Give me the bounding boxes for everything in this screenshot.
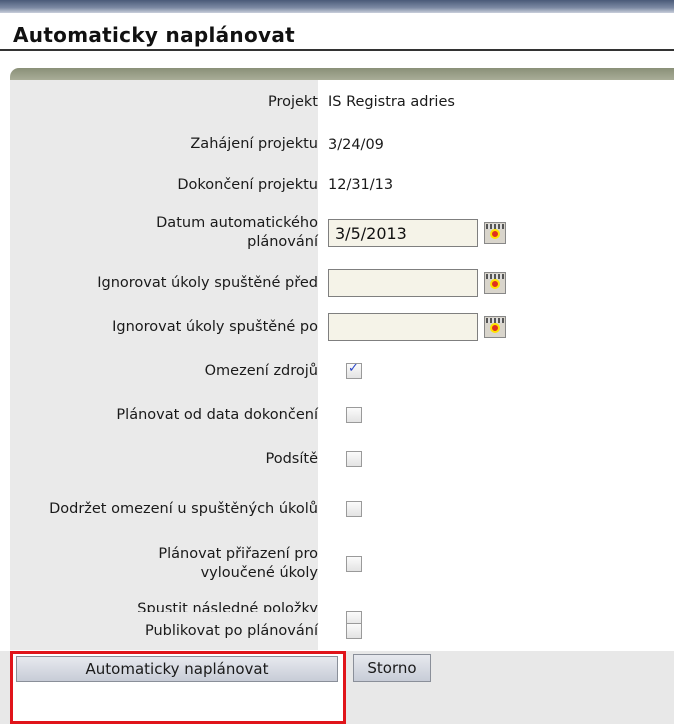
publish-after-scheduling-checkbox[interactable]	[346, 623, 362, 639]
option-label: Plánovat přiřazení pro vyloučené úkoly	[158, 546, 318, 581]
project-start-label: Zahájení projektu	[190, 136, 318, 152]
ignore-before-row: Ignorovat úkoly spuštěné před	[10, 261, 674, 305]
option-row: Publikovat po plánování	[10, 612, 674, 650]
schedule-form: Projekt IS Registra adries Zahájení proj…	[10, 80, 674, 650]
project-finish-label: Dokončení projektu	[177, 176, 318, 193]
calendar-icon[interactable]	[484, 222, 506, 244]
schedule-excluded-assignments-checkbox[interactable]	[346, 556, 362, 572]
project-finish-row: Dokončení projektu 12/31/13	[10, 165, 674, 205]
project-finish-value: 12/31/13	[328, 177, 394, 193]
project-row: Projekt IS Registra adries	[10, 80, 674, 124]
ignore-before-label: Ignorovat úkoly spuštěné před	[97, 274, 318, 291]
project-start-row: Zahájení projektu 3/24/09	[10, 124, 674, 165]
honor-constraints-checkbox[interactable]	[346, 501, 362, 517]
highlight-frame: Automaticky naplánovat	[10, 651, 346, 724]
schedule-from-finish-checkbox[interactable]	[346, 407, 362, 423]
panel-header-bar	[10, 68, 674, 80]
option-label: Podsítě	[265, 450, 319, 467]
ignore-before-input[interactable]	[328, 269, 478, 297]
option-row: Plánovat přiřazení pro vyloučené úkoly	[10, 537, 674, 591]
dialog-title: Automaticky naplánovat	[13, 23, 296, 47]
option-label: Dodržet omezení u spuštěných úkolů	[49, 500, 318, 517]
option-row: Omezení zdrojů	[10, 349, 674, 393]
button-bar: Automaticky naplánovat Storno	[0, 651, 674, 724]
option-label: Publikovat po plánování	[144, 622, 318, 639]
dialog-header: Automaticky naplánovat	[0, 13, 674, 51]
resource-limit-checkbox[interactable]	[346, 361, 362, 379]
schedule-button[interactable]: Automaticky naplánovat	[16, 656, 338, 682]
ignore-after-label: Ignorovat úkoly spuštěné po	[112, 318, 318, 335]
schedule-date-row: Datum automatického plánování	[10, 205, 674, 261]
option-label: Plánovat od data dokončení	[116, 406, 318, 423]
window-top-strip	[0, 0, 674, 13]
subnets-checkbox[interactable]	[346, 451, 362, 467]
option-row: Podsítě	[10, 437, 674, 481]
cancel-button[interactable]: Storno	[353, 654, 431, 682]
option-row: Plánovat od data dokončení	[10, 393, 674, 437]
calendar-icon[interactable]	[484, 272, 506, 294]
project-value: IS Registra adries	[328, 94, 455, 110]
option-label: Omezení zdrojů	[204, 362, 318, 379]
project-label: Projekt	[267, 93, 318, 110]
schedule-date-label: Datum automatického plánování	[156, 215, 318, 250]
project-start-value: 3/24/09	[328, 136, 384, 153]
calendar-icon[interactable]	[484, 316, 506, 338]
option-row: Dodržet omezení u spuštěných úkolů	[10, 481, 674, 537]
schedule-date-input[interactable]	[328, 219, 478, 247]
ignore-after-input[interactable]	[328, 313, 478, 341]
ignore-after-row: Ignorovat úkoly spuštěné po	[10, 305, 674, 349]
